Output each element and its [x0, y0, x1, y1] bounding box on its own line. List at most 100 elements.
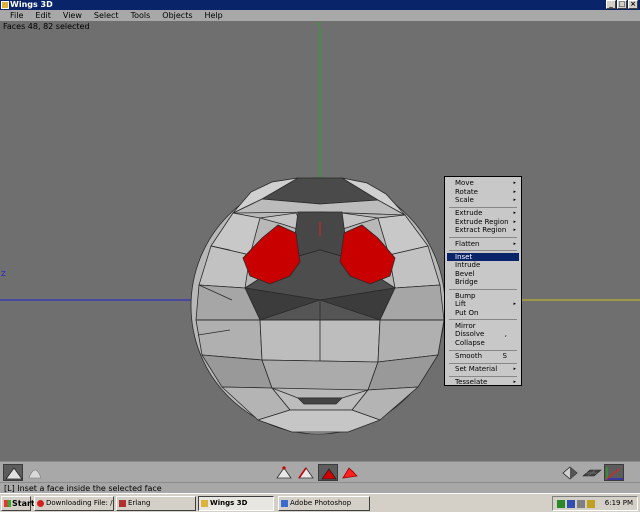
menu-item-label: Put On — [455, 308, 479, 317]
menu-item-label: Bump — [455, 291, 476, 300]
bottom-toolbar — [0, 461, 640, 482]
network-icon[interactable] — [557, 500, 565, 508]
ground-grid-icon[interactable] — [582, 464, 602, 481]
y-axis-label: Y — [316, 21, 322, 29]
start-label: Start — [12, 499, 35, 508]
menu-item-intrude[interactable]: Intrude — [447, 261, 519, 270]
menu-item-label: Lift — [455, 300, 466, 309]
submenu-arrow-icon: ▸ — [513, 301, 516, 308]
menu-item-label: Move — [455, 179, 474, 187]
menu-edit[interactable]: Edit — [29, 10, 57, 21]
menu-item-flatten[interactable]: Flatten ▸ — [447, 240, 519, 249]
menu-item-extract-region[interactable]: Extract Region ▸ — [447, 226, 519, 235]
wings-app-icon[interactable] — [1, 1, 9, 9]
window-titlebar: Wings 3D _ □ × — [0, 0, 640, 10]
menu-item-extrude[interactable]: Extrude ▸ — [447, 209, 519, 218]
menu-item-label: Scale — [455, 196, 474, 205]
command-help-bar: [L] Inset a face inside the selected fac… — [0, 482, 640, 493]
menu-item-scale[interactable]: Scale ▸ — [447, 196, 519, 205]
windows-flag-icon — [4, 500, 11, 507]
menubar: File Edit View Select Tools Objects Help — [0, 10, 640, 21]
axes-icon[interactable] — [604, 464, 624, 481]
selection-status: Faces 48, 82 selected — [3, 22, 90, 31]
menu-item-put-on[interactable]: Put On — [447, 309, 519, 318]
submenu-arrow-icon: ▸ — [513, 188, 516, 195]
z-axis-label: Z — [1, 270, 6, 278]
submenu-arrow-icon: ▸ — [513, 379, 516, 386]
menu-item-label: Flatten — [455, 239, 480, 248]
task-downloading-file[interactable]: Downloading File: /wings/... — [34, 496, 114, 511]
menu-item-label: Rotate — [455, 187, 478, 196]
menu-item-mirror[interactable]: Mirror — [447, 322, 519, 331]
menu-item-bevel[interactable]: Bevel — [447, 270, 519, 279]
close-button[interactable]: × — [628, 0, 638, 9]
maximize-button[interactable]: □ — [617, 0, 627, 9]
wings-icon — [201, 500, 208, 507]
tray-monitor-icon[interactable] — [587, 500, 595, 508]
menu-help[interactable]: Help — [199, 10, 229, 21]
menu-item-lift[interactable]: Lift ▸ — [447, 300, 519, 309]
submenu-arrow-icon: ▸ — [513, 227, 516, 234]
menu-item-bump[interactable]: Bump — [447, 292, 519, 301]
smooth-shade-icon[interactable] — [25, 464, 45, 481]
menu-item-extrude-region[interactable]: Extrude Region ▸ — [447, 218, 519, 227]
menu-item-tesselate[interactable]: Tesselate ▸ — [447, 378, 519, 387]
menu-item-shortcut: , — [504, 330, 507, 339]
menu-item-set-material[interactable]: Set Material ▸ — [447, 365, 519, 374]
menu-item-move[interactable]: Move ▸ — [447, 179, 519, 188]
menu-item-bridge[interactable]: Bridge — [447, 278, 519, 287]
opera-icon — [37, 500, 44, 507]
edge-mode-icon[interactable] — [296, 464, 316, 481]
perspective-view-icon[interactable] — [560, 464, 580, 481]
menu-item-label: Bevel — [455, 269, 475, 278]
submenu-arrow-icon: ▸ — [513, 197, 516, 204]
flat-shade-icon[interactable] — [3, 464, 23, 481]
submenu-arrow-icon: ▸ — [513, 218, 516, 225]
task-wings-3d[interactable]: Wings 3D — [198, 496, 274, 511]
face-context-menu: Move ▸ Rotate ▸ Scale ▸ Extrude ▸ Extrude Region… — [444, 176, 522, 386]
menu-item-collapse[interactable]: Collapse — [447, 339, 519, 348]
window-title: Wings 3D — [10, 0, 53, 9]
tray-app-icon[interactable] — [567, 500, 575, 508]
menu-item-label: Set Material — [455, 365, 498, 374]
menu-item-label: Bridge — [455, 278, 478, 287]
menu-select[interactable]: Select — [88, 10, 125, 21]
body-mode-icon[interactable] — [340, 464, 360, 481]
photoshop-icon — [281, 500, 288, 507]
menu-item-label: Inset — [455, 252, 473, 261]
menu-item-dissolve[interactable]: Dissolve, — [447, 330, 519, 339]
submenu-arrow-icon: ▸ — [513, 180, 516, 186]
vertex-mode-icon[interactable] — [274, 464, 294, 481]
menu-item-label: Smooth — [455, 352, 483, 361]
menu-item-rotate[interactable]: Rotate ▸ — [447, 188, 519, 197]
minimize-button[interactable]: _ — [606, 0, 616, 9]
menu-objects[interactable]: Objects — [156, 10, 198, 21]
menu-item-inset[interactable]: Inset — [447, 252, 519, 262]
submenu-arrow-icon: ▸ — [513, 240, 516, 247]
menu-view[interactable]: View — [57, 10, 88, 21]
sphere-mesh[interactable] — [190, 177, 446, 435]
task-adobe-photoshop[interactable]: Adobe Photoshop — [278, 496, 370, 511]
task-erlang[interactable]: Erlang — [116, 496, 196, 511]
menu-item-smooth[interactable]: Smooth S — [447, 352, 519, 361]
menu-item-shortcut: S — [502, 352, 507, 361]
submenu-arrow-icon: ▸ — [513, 210, 516, 217]
clock: 6:19 PM — [604, 499, 633, 507]
erlang-icon — [119, 500, 126, 507]
submenu-arrow-icon: ▸ — [513, 366, 516, 373]
system-tray: 6:19 PM — [552, 496, 638, 511]
menu-item-label: Extract Region — [455, 226, 507, 235]
windows-taskbar: Start Downloading File: /wings/... Erlan… — [0, 493, 640, 512]
3d-viewport[interactable]: Y Z Faces 48, 82 selected — [0, 21, 640, 461]
menu-item-label: Extrude — [455, 209, 483, 218]
menu-item-label: Tesselate — [455, 378, 488, 387]
menu-item-label: Intrude — [455, 261, 481, 270]
menu-tools[interactable]: Tools — [125, 10, 157, 21]
menu-item-label: Collapse — [455, 339, 485, 347]
volume-icon[interactable] — [577, 500, 585, 508]
menu-item-label: Mirror — [455, 321, 476, 330]
menu-file[interactable]: File — [4, 10, 29, 21]
start-button[interactable]: Start — [1, 496, 35, 511]
face-mode-icon[interactable] — [318, 464, 338, 481]
viewport-scene[interactable]: Y Z — [0, 21, 640, 461]
